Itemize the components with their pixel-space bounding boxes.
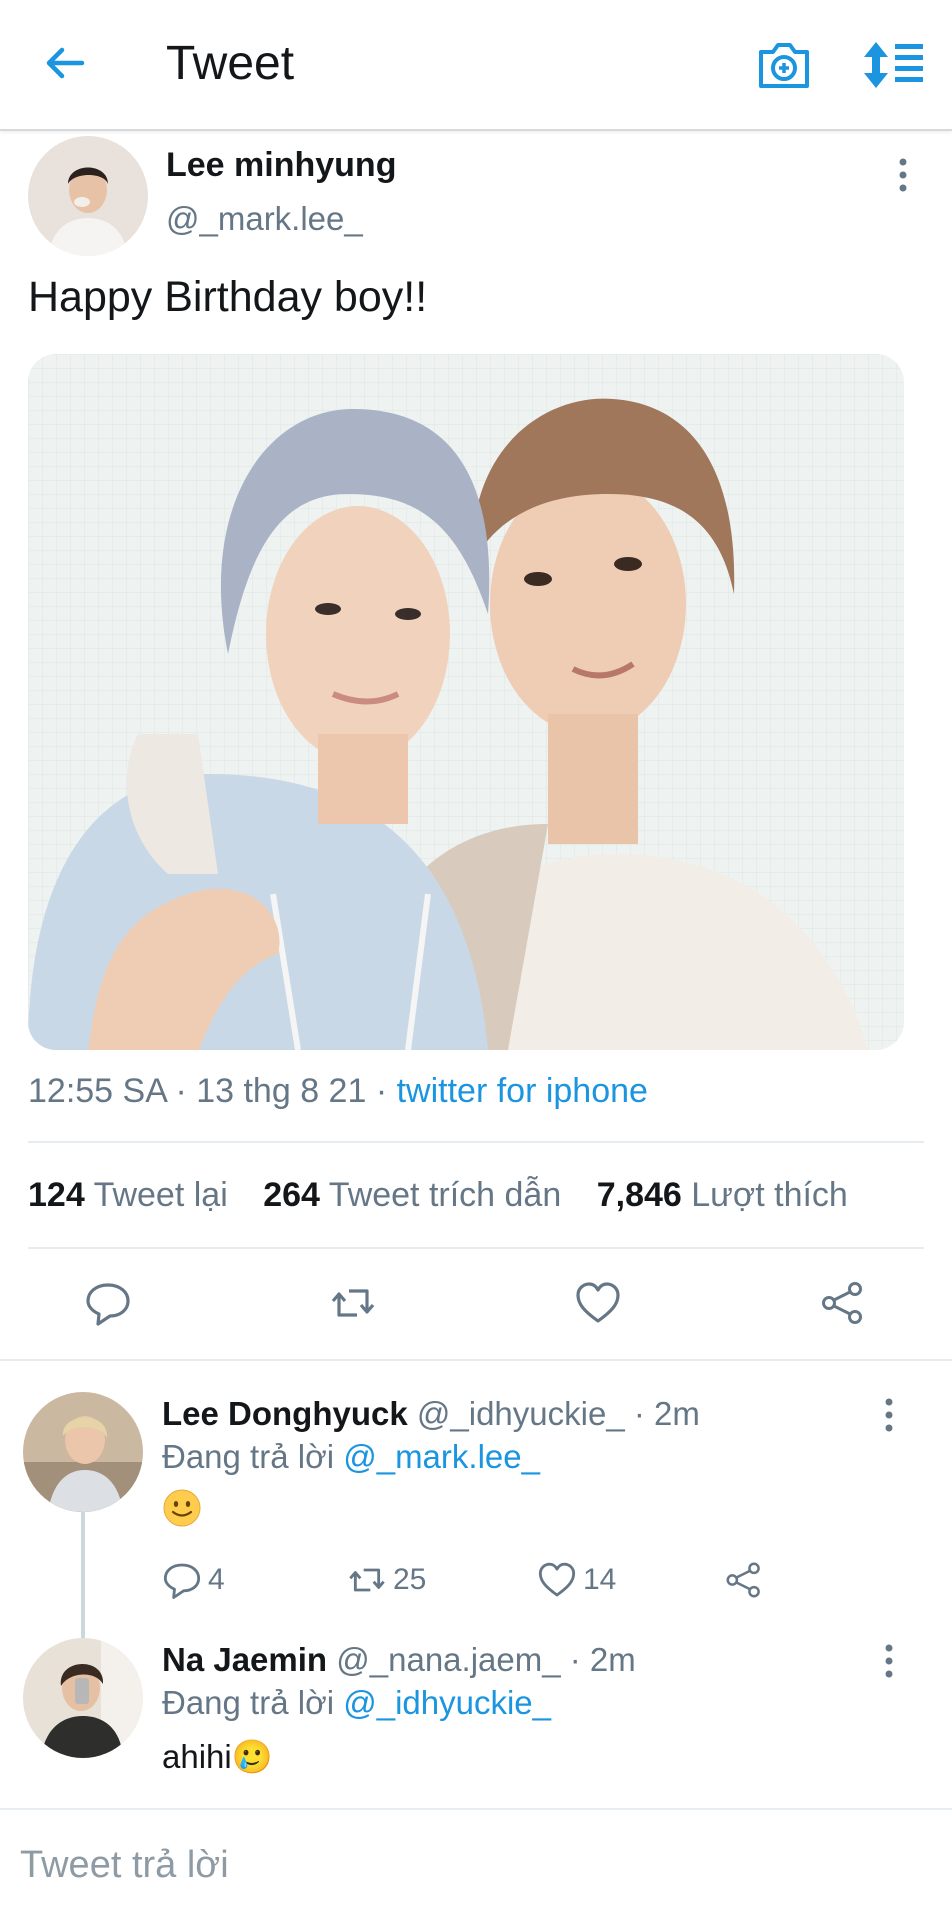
sort-icon[interactable] [862,38,928,92]
reply-icon[interactable] [84,1279,132,1327]
top-bar: Tweet [0,0,952,131]
tweet-text: Happy Birthday boy!! [28,273,428,321]
reply-handle-time: @_nana.jaem_ · 2m [327,1641,636,1678]
reply-header: Lee Donghyuck @_idhyuckie_ · 2m [162,1395,700,1433]
reply-text [162,1488,202,1536]
page-title: Tweet [166,37,295,90]
replying-to: Đang trả lời @_idhyuckie_ [162,1684,551,1722]
author-handle[interactable]: @_mark.lee_ [166,200,363,238]
author-avatar[interactable] [28,136,148,256]
tweet-photo[interactable] [28,354,904,1050]
share-icon [726,1562,760,1598]
divider [28,1141,924,1143]
reply-count: 4 [208,1563,225,1596]
more-options-icon[interactable] [879,1643,899,1679]
reply-text: ahihi🥲 [162,1738,273,1775]
retweets-count: 124 [28,1176,85,1214]
camera-icon[interactable] [755,38,813,92]
like-count: 14 [583,1563,617,1596]
retweets-label: Tweet lại [93,1176,228,1214]
reply-author-name[interactable]: Na Jaemin [162,1641,327,1678]
like-icon [538,1562,576,1597]
reply-compose-bar[interactable]: Tweet trả lời [0,1808,952,1920]
reply-share-button[interactable] [724,1560,764,1600]
replying-prefix: Đang trả lời [162,1438,344,1475]
retweet-icon [349,1568,385,1592]
slightly-smiling-face-icon [163,1489,201,1527]
share-icon[interactable] [819,1279,867,1327]
likes-stat[interactable]: 7,846 Lượt thích [597,1176,848,1214]
tweet-time: 12:55 SA · 13 thg 8 21 · [28,1072,397,1110]
likes-label: Lượt thích [691,1176,848,1214]
divider [28,1247,924,1249]
reply-avatar[interactable] [23,1638,143,1758]
retweets-stat[interactable]: 124 Tweet lại [28,1176,228,1214]
tweet-stats: 124 Tweet lại 264 Tweet trích dẫn 7,846 … [28,1176,874,1215]
reply-reply-button[interactable]: 4 [162,1560,225,1600]
replying-to: Đang trả lời @_mark.lee_ [162,1438,540,1476]
quotes-count: 264 [263,1176,320,1214]
reply-author-name[interactable]: Lee Donghyuck [162,1395,408,1432]
like-icon[interactable] [574,1279,622,1327]
reply-input-placeholder[interactable]: Tweet trả lời [20,1844,229,1887]
quotes-label: Tweet trích dẫn [328,1176,562,1214]
tweet-source-link[interactable]: twitter for iphone [397,1072,648,1110]
reply-icon [163,1563,201,1599]
retweet-count: 25 [393,1563,427,1596]
thread-line [81,1512,85,1640]
author-name[interactable]: Lee minhyung [166,146,396,185]
back-arrow-icon[interactable] [40,38,90,88]
replying-to-handle[interactable]: @_mark.lee_ [343,1438,540,1475]
reply-avatar[interactable] [23,1392,143,1512]
reply-like-button[interactable]: 14 [537,1560,616,1600]
replying-to-handle[interactable]: @_idhyuckie_ [343,1684,551,1721]
quotes-stat[interactable]: 264 Tweet trích dẫn [263,1176,561,1214]
retweet-icon[interactable] [329,1279,377,1327]
reply-handle-time: @_idhyuckie_ · 2m [407,1395,700,1432]
more-options-icon[interactable] [879,1397,899,1433]
replying-prefix: Đang trả lời [162,1684,344,1721]
reply-retweet-button[interactable]: 25 [347,1560,426,1600]
divider [0,1359,952,1361]
likes-count: 7,846 [596,1176,682,1214]
more-options-icon[interactable] [893,157,913,193]
reply-header: Na Jaemin @_nana.jaem_ · 2m [162,1641,636,1679]
tweet-meta: 12:55 SA · 13 thg 8 21 · twitter for iph… [28,1072,648,1111]
